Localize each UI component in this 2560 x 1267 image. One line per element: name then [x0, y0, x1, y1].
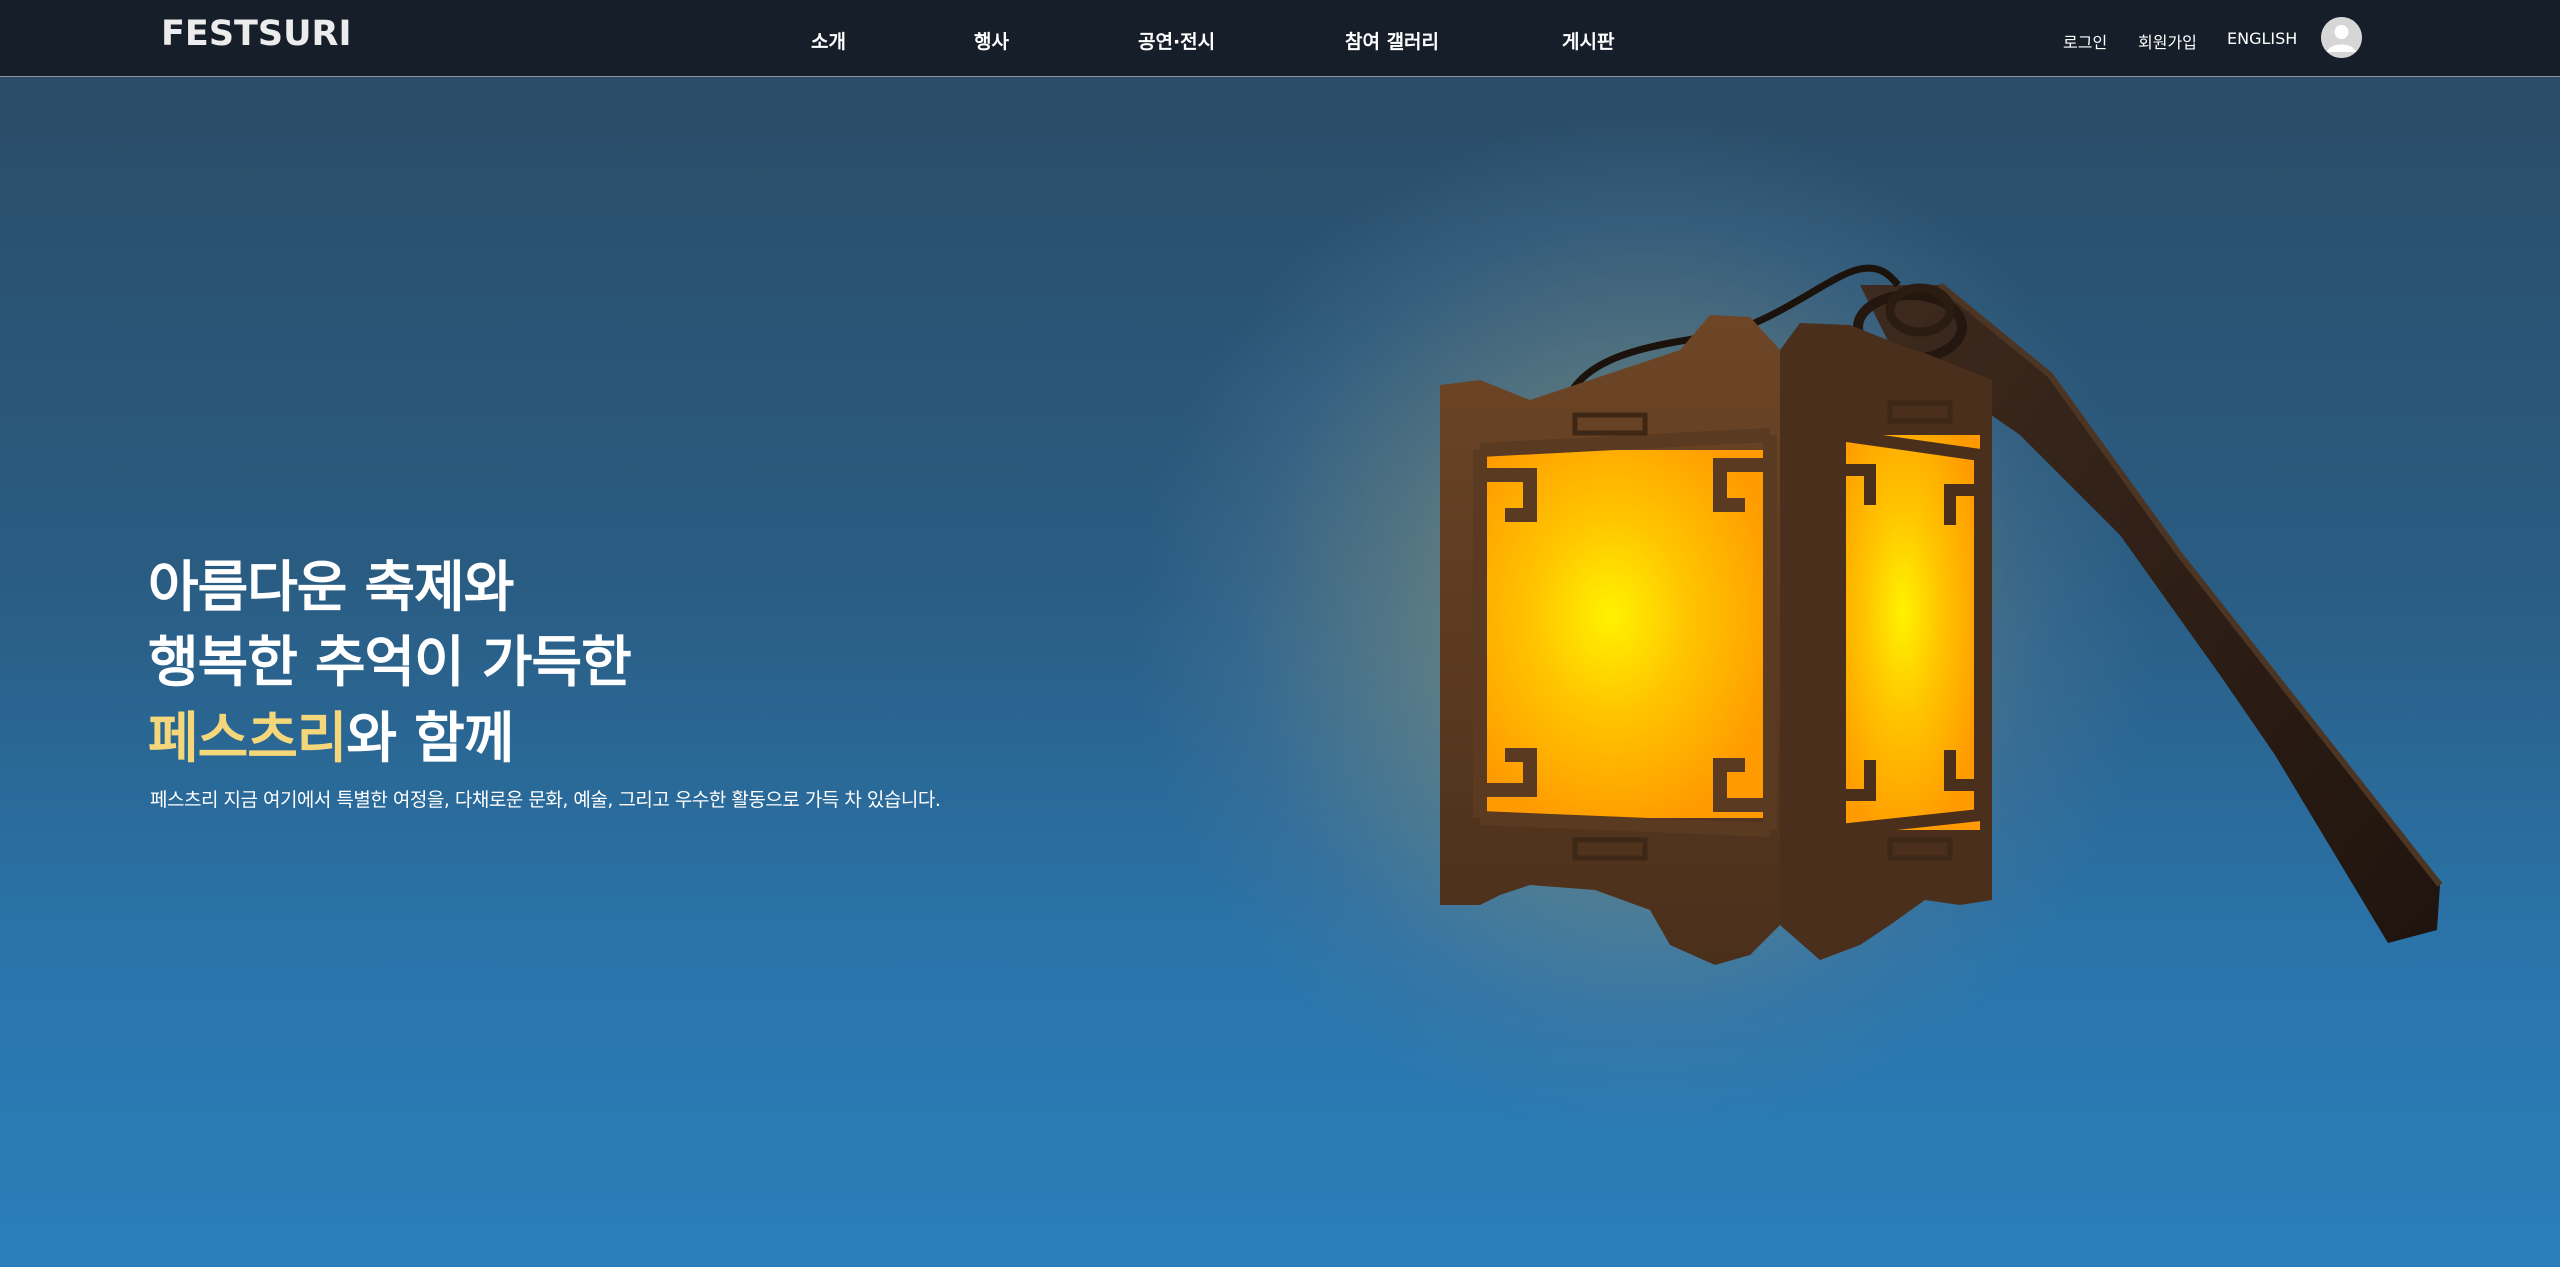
login-link[interactable]: 로그인 [2063, 29, 2107, 53]
language-english-link[interactable]: ENGLISH [2227, 29, 2297, 48]
signup-link[interactable]: 회원가입 [2138, 29, 2197, 53]
hero-title-highlight: 페스츠리 [148, 706, 347, 770]
hero-title-line-3-rest: 와 함께 [346, 706, 514, 770]
user-avatar-icon[interactable] [2321, 17, 2362, 58]
hero-title-line-2: 행복한 추억이 가득한 [148, 630, 632, 694]
hero-title-line-3: 페스츠리와 함께 [148, 693, 514, 773]
festsuri-logo[interactable]: FESTSURI [161, 14, 352, 54]
hero-title-line-1: 아름다운 축제와 [148, 555, 514, 619]
nav-item-board[interactable]: 게시판 [1562, 27, 1614, 54]
lantern-illustration [1440, 264, 2443, 965]
nav-item-gallery[interactable]: 참여 갤러리 [1345, 27, 1439, 54]
hero-subtitle: 페스츠리 지금 여기에서 특별한 여정을, 다채로운 문화, 예술, 그리고 우… [150, 789, 941, 811]
nav-item-events[interactable]: 행사 [974, 27, 1009, 54]
nav-item-performance-exhibition[interactable]: 공연·전시 [1138, 27, 1215, 54]
top-navigation-bar: FESTSURI 소개 행사 공연·전시 참여 갤러리 게시판 로그인 회원가입… [0, 0, 2560, 77]
nav-item-about[interactable]: 소개 [811, 27, 846, 54]
